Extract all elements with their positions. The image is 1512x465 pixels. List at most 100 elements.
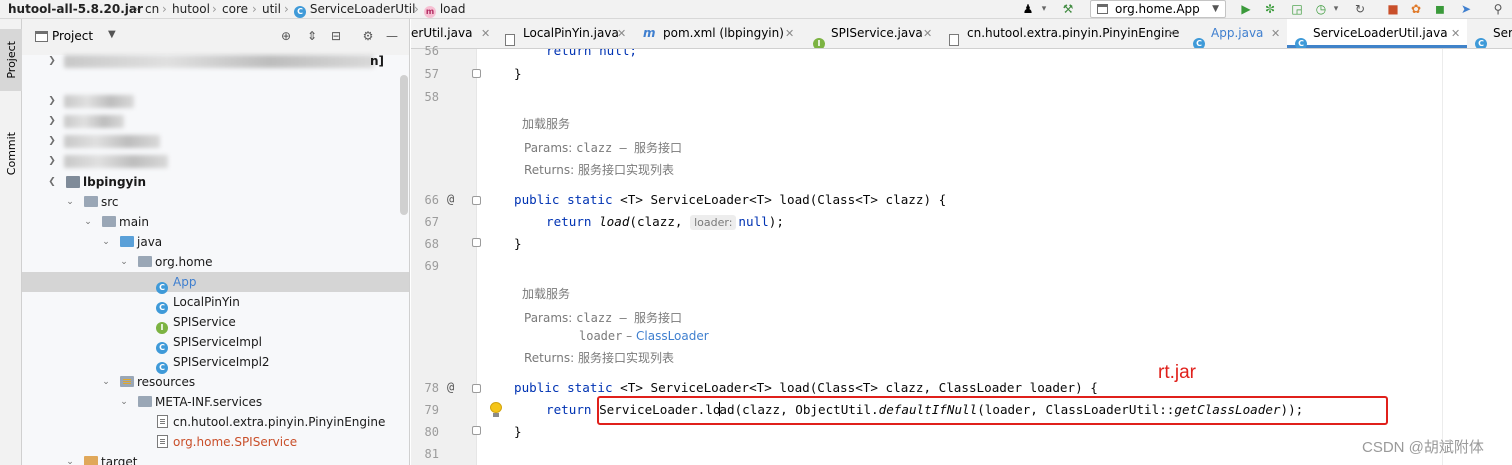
tree-row-folder[interactable]: ⌄ META-INF.services [22,392,409,412]
breadcrumb-jar[interactable]: hutool-all-5.8.20.jar [8,1,143,17]
tree-row-module[interactable]: ❮ lbpingyin [22,172,409,192]
chevron-down-icon[interactable]: ⌄ [118,392,130,412]
close-icon[interactable]: ✕ [785,19,794,48]
breadcrumb-class[interactable]: C ServiceLoaderUtil [294,1,415,18]
close-icon[interactable]: ✕ [617,19,626,48]
tab-spi-service[interactable]: I SPIService.java ✕ [807,19,937,48]
lightbulb-icon[interactable] [489,402,503,418]
code-line[interactable]: } [514,422,522,442]
tree-row-folder[interactable]: ⌄ target [22,452,409,465]
folder-icon [138,396,152,407]
tab-pom-xml[interactable]: m pom.xml (lbpingyin) ✕ [637,19,801,48]
chevron-right-icon[interactable]: ❯ [46,151,58,171]
user-icon[interactable]: ♟ [1020,2,1036,17]
hammer-icon[interactable]: ⚒ [1060,2,1076,17]
tree-row-file[interactable]: org.home.SPIService [22,432,409,452]
project-tool-tab[interactable]: Project [0,29,22,91]
tree-row-class[interactable]: C SPIServiceImpl [22,332,409,354]
code-line[interactable]: public static <T> ServiceLoader<T> load(… [514,378,1098,398]
close-icon[interactable]: ✕ [1271,19,1280,48]
breadcrumb-util[interactable]: util [262,1,281,17]
scrollbar[interactable] [400,75,408,215]
git-icon[interactable]: ➤ [1458,2,1474,17]
translate-icon[interactable]: ◼ [1432,2,1448,17]
chevron-down-icon[interactable]: ⌄ [64,452,76,465]
tree-row-blurred[interactable]: ❯ [22,151,409,171]
locate-icon[interactable]: ⊕ [278,28,294,44]
close-icon[interactable]: ✕ [1167,19,1176,48]
plugin-icon[interactable]: ✿ [1408,2,1424,17]
fold-marker-icon[interactable] [472,238,481,247]
chevron-down-icon[interactable]: ⌄ [100,372,112,392]
tree-row-interface[interactable]: I SPIService [22,312,409,334]
coverage-icon[interactable]: ◲ [1289,2,1305,17]
tree-row-blurred[interactable]: ❯ [22,131,409,151]
tree-row-class-selected[interactable]: C App [22,272,409,294]
doc-params-label: Params: [524,311,573,325]
chevron-down-icon[interactable]: ▼ [108,29,116,40]
chevron-down-icon[interactable]: ⌄ [100,232,112,252]
fold-marker-icon[interactable] [472,426,481,435]
tree-row-folder[interactable]: ⌄ resources [22,372,409,392]
breadcrumb-separator: › [212,2,217,16]
tree-row-package[interactable]: ⌄ org.home [22,252,409,272]
gear-icon[interactable]: ⚙ [360,28,376,44]
tab-label: ServiceLoaderUtil.java [1313,26,1448,40]
collapse-all-icon[interactable]: ⊟ [328,28,344,44]
close-icon[interactable]: ✕ [1451,19,1460,48]
tree-row-folder[interactable]: ⌄ main [22,212,409,232]
code-line[interactable]: } [514,64,522,84]
fold-marker-icon[interactable] [472,196,481,205]
chevron-down-icon[interactable]: ❮ [46,172,58,192]
close-icon[interactable]: ✕ [923,19,932,48]
code-line[interactable]: return null; [546,49,637,61]
profile-icon[interactable]: ◷ [1313,2,1329,17]
project-panel-title[interactable]: Project [52,29,93,43]
code-line[interactable]: return load(clazz, loader: null); [546,212,784,232]
tab-service-partial[interactable]: C Ser [1471,19,1512,48]
tab-app[interactable]: C App.java ✕ [1187,19,1285,48]
chevron-down-icon[interactable]: ▾ [1328,2,1344,17]
stop-icon[interactable]: ■ [1385,2,1401,17]
tab-local-pinyin[interactable]: LocalPinYin.java ✕ [499,19,631,48]
chevron-right-icon[interactable]: ❯ [46,131,58,151]
search-icon[interactable]: ⚲ [1490,2,1506,17]
breadcrumb-hutool[interactable]: hutool [172,1,210,17]
override-marker-icon[interactable]: @ [447,377,454,397]
commit-tool-tab[interactable]: Commit [0,119,22,189]
chevron-down-icon[interactable]: ⌄ [82,212,94,232]
chevron-down-icon[interactable]: ▾ [1036,2,1052,17]
chevron-right-icon[interactable]: ❯ [46,111,58,131]
editor-gutter[interactable]: 56 57 58 66 @ 67 68 69 78 @ 79 80 81 [411,44,477,465]
hide-icon[interactable]: — [384,28,400,44]
tree-row-folder[interactable]: ⌄ src [22,192,409,212]
debug-icon[interactable]: ✼ [1262,2,1278,17]
fold-marker-icon[interactable] [472,69,481,78]
expand-all-icon[interactable]: ⇕ [304,28,320,44]
chevron-down-icon[interactable]: ⌄ [64,192,76,212]
run-configuration-select[interactable]: org.home.App ▼ [1090,0,1226,18]
tree-row-class[interactable]: C SPIServiceImpl2 [22,352,409,374]
refresh-icon[interactable]: ↻ [1352,2,1368,17]
chevron-right-icon[interactable]: ❯ [46,91,58,111]
tree-row-folder[interactable]: ⌄ java [22,232,409,252]
code-line[interactable]: public static <T> ServiceLoader<T> load(… [514,190,946,210]
tree-row-class[interactable]: C LocalPinYin [22,292,409,314]
chevron-down-icon[interactable]: ⌄ [118,252,130,272]
run-icon[interactable]: ▶ [1238,2,1254,17]
code-line[interactable]: } [514,234,522,254]
tab-pinyin-engine[interactable]: cn.hutool.extra.pinyin.PinyinEngine ✕ [943,19,1181,48]
doc-classloader-link[interactable]: ClassLoader [636,329,709,343]
override-marker-icon[interactable]: @ [447,189,454,209]
tab-service-loader-util[interactable]: C ServiceLoaderUtil.java ✕ [1287,19,1467,48]
close-icon[interactable]: ✕ [481,19,490,48]
tree-row-file[interactable]: cn.hutool.extra.pinyin.PinyinEngine [22,412,409,432]
tree-row-blurred[interactable]: ❯ n] [22,51,409,71]
breadcrumb-cn[interactable]: cn [145,1,159,17]
tree-row-blurred[interactable]: ❯ [22,91,409,111]
tree-row-blurred[interactable]: ❯ [22,111,409,131]
breadcrumb-method[interactable]: m load [424,1,465,18]
fold-marker-icon[interactable] [472,384,481,393]
breadcrumb-core[interactable]: core [222,1,248,17]
chevron-right-icon[interactable]: ❯ [46,51,58,71]
